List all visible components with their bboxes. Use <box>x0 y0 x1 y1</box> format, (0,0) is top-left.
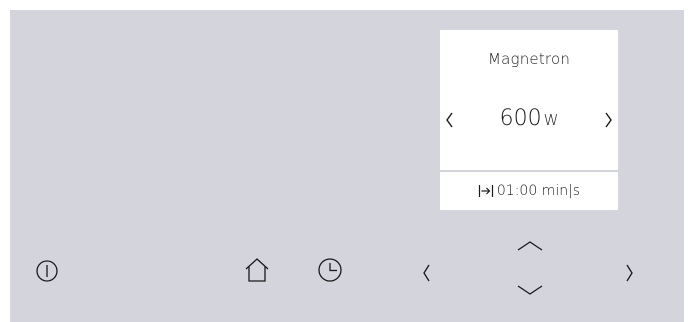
timer-button[interactable] <box>314 254 346 286</box>
power-number: 600 <box>499 106 542 131</box>
navigate-right-button[interactable] <box>618 258 640 288</box>
duration-icon <box>478 184 494 198</box>
power-unit: W <box>543 111 559 129</box>
power-selector: 600 W <box>440 100 618 140</box>
chevron-left-icon <box>423 264 430 282</box>
power-button[interactable] <box>32 256 62 286</box>
home-icon <box>245 258 269 282</box>
power-value: 600 W <box>440 106 618 131</box>
mode-title: Magnetron <box>487 50 571 68</box>
home-button[interactable] <box>241 254 273 286</box>
chevron-up-icon <box>517 241 543 251</box>
chevron-down-icon <box>517 285 543 295</box>
clock-icon <box>318 258 342 282</box>
duration-setting[interactable]: 01:00 min|s <box>440 172 618 210</box>
oven-display: Magnetron 600 W 01:00 min|s <box>10 10 684 322</box>
navigate-left-button[interactable] <box>416 258 438 288</box>
chevron-right-icon <box>605 112 612 128</box>
mode-card: Magnetron 600 W 01:00 min|s <box>440 30 618 210</box>
power-increase-button[interactable] <box>598 104 618 136</box>
scroll-down-button[interactable] <box>511 278 549 302</box>
duration-value: 01:00 min|s <box>496 183 581 199</box>
chevron-right-icon <box>626 264 633 282</box>
power-icon <box>36 260 58 282</box>
scroll-up-button[interactable] <box>511 234 549 258</box>
